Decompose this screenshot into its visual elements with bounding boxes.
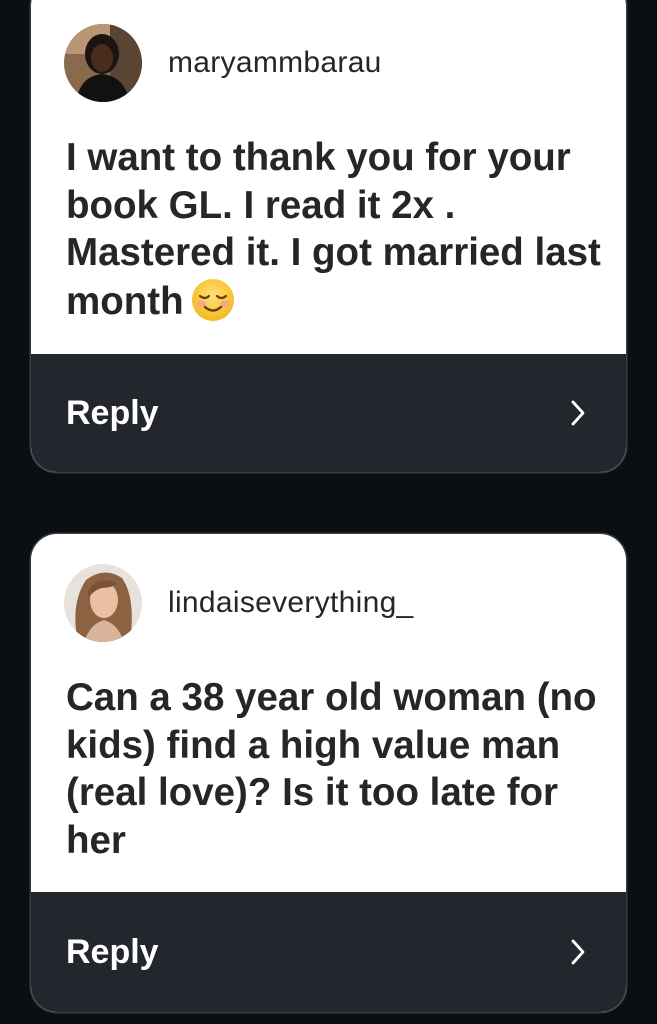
reply-label: Reply — [66, 932, 159, 971]
card-header: lindaiseverything_ — [64, 564, 414, 642]
username[interactable]: maryammbarau — [168, 46, 382, 80]
chevron-right-icon — [570, 399, 586, 427]
question-card: maryammbarau I want to thank you for you… — [31, 0, 626, 472]
question-text: Can a 38 year old woman (no kids) find a… — [66, 676, 597, 862]
question-text: I want to thank you for your book GL. I … — [66, 136, 601, 323]
avatar[interactable] — [64, 24, 142, 102]
avatar[interactable] — [64, 564, 142, 642]
avatar-photo-icon — [64, 24, 142, 102]
card-header: maryammbarau — [64, 24, 382, 102]
reply-label: Reply — [66, 393, 159, 432]
username[interactable]: lindaiseverything_ — [168, 586, 414, 620]
reply-button[interactable]: Reply — [31, 354, 626, 472]
reply-button[interactable]: Reply — [31, 892, 626, 1012]
question-card: lindaiseverything_ Can a 38 year old wom… — [31, 534, 626, 1012]
avatar-photo-icon — [64, 564, 142, 642]
smiling-face-icon — [190, 277, 236, 323]
chevron-right-icon — [570, 938, 586, 966]
